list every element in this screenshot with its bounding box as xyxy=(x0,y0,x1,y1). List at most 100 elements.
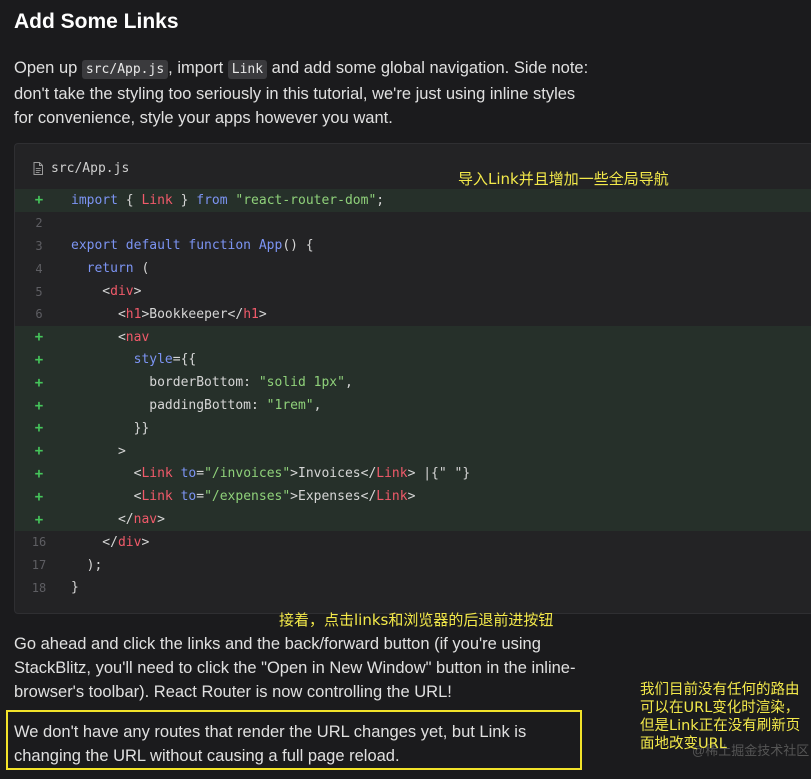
code-token: >Expenses</ xyxy=(290,489,377,505)
code-token: } xyxy=(71,580,79,596)
code-token: > xyxy=(258,306,267,322)
code-token: , xyxy=(344,375,353,391)
code-token: Link xyxy=(141,466,173,482)
code-line: 17 ); xyxy=(15,554,811,577)
intro-paragraph: Open up src/App.js, import Link and add … xyxy=(14,56,589,130)
code-token: "react-router-dom" xyxy=(235,192,377,208)
code-token: >Bookkeeper</ xyxy=(141,306,244,322)
code-line-text: } xyxy=(63,580,79,595)
code-token: App xyxy=(258,238,283,254)
code-token: ={{ xyxy=(172,352,197,368)
code-line-text: <Link to="/invoices">Invoices</Link> |{"… xyxy=(63,466,471,482)
code-token: > xyxy=(157,512,165,528)
file-icon xyxy=(33,161,43,175)
line-number: 18 xyxy=(31,580,47,595)
added-line-marker: + xyxy=(34,374,44,391)
code-line: + <Link to="/invoices">Invoices</Link> |… xyxy=(15,462,811,486)
added-line-marker: + xyxy=(34,351,44,368)
code-token: < xyxy=(71,284,111,300)
code-line: + > xyxy=(15,439,811,463)
code-token: = xyxy=(196,466,205,482)
code-token: import xyxy=(71,192,118,208)
annotation-no-routes: 我们目前没有任何的路由可以在URL变化时渲染，但是Link正在没有刷新页面地改变… xyxy=(640,682,801,752)
code-token: Link xyxy=(376,466,408,482)
code-line-text: </div> xyxy=(63,535,149,550)
code-token: ( xyxy=(133,261,150,277)
code-line-text: ); xyxy=(63,557,103,573)
intro-text-1: Open up xyxy=(14,59,82,77)
code-line-text: paddingBottom: "1rem", xyxy=(63,398,321,413)
added-line-marker: + xyxy=(34,511,44,528)
added-line-marker: + xyxy=(34,465,44,482)
code-token: < xyxy=(71,489,142,505)
line-number: 5 xyxy=(35,284,43,299)
code-line-text: return ( xyxy=(63,261,150,277)
code-filename: src/App.js xyxy=(51,160,130,176)
code-token: Link xyxy=(141,489,173,505)
line-number: 16 xyxy=(31,535,47,550)
line-number: 3 xyxy=(35,238,43,253)
code-block: src/App.js + import { Link } from "react-… xyxy=(14,143,811,614)
code-line-text: <div> xyxy=(63,284,141,299)
code-token: </ xyxy=(71,534,118,550)
code-token: "/invoices" xyxy=(204,466,291,482)
code-token: ; xyxy=(376,192,385,208)
code-line-text: import { Link } from "react-router-dom"; xyxy=(63,193,384,208)
annotation-import-link: 导入Link并且增加一些全局导航 xyxy=(458,170,669,188)
code-token: h1 xyxy=(243,306,259,322)
code-token: > xyxy=(141,534,150,550)
code-token: ); xyxy=(71,557,103,573)
code-token: </ xyxy=(71,512,134,528)
code-token: paddingBottom: xyxy=(71,398,267,414)
code-line: + }} xyxy=(15,416,811,440)
code-token: Link xyxy=(141,192,173,208)
code-token: () { xyxy=(282,238,314,254)
code-token: return xyxy=(86,261,134,277)
annotation-click-links: 接着，点击links和浏览器的后退前进按钮 xyxy=(279,611,554,629)
code-line: + borderBottom: "solid 1px", xyxy=(15,371,811,395)
code-token: from xyxy=(196,192,228,208)
inline-code-filename: src/App.js xyxy=(81,60,169,79)
code-token: }} xyxy=(71,420,150,436)
code-line: 18} xyxy=(15,577,811,600)
added-line-marker: + xyxy=(34,488,44,505)
code-token: h1 xyxy=(125,306,142,322)
code-token: nav xyxy=(133,512,158,528)
code-token: > xyxy=(71,443,126,459)
inline-code-link: Link xyxy=(227,60,268,79)
code-line: + <Link to="/expenses">Expenses</Link> xyxy=(15,485,811,509)
added-line-marker: + xyxy=(34,329,44,346)
code-line: 4 return ( xyxy=(15,257,811,280)
code-token: export default function xyxy=(71,238,252,254)
code-line: + <nav xyxy=(15,325,811,349)
code-line: 3 export default function App() { xyxy=(15,235,811,258)
code-token: > xyxy=(133,284,142,300)
code-line-text: export default function App() { xyxy=(63,238,314,253)
code-token: { xyxy=(117,192,142,208)
section-heading: Add Some Links xyxy=(14,10,179,33)
code-file-header: src/App.js xyxy=(33,159,129,177)
added-line-marker: + xyxy=(34,397,44,414)
code-token: div xyxy=(110,284,134,300)
code-token: < xyxy=(71,306,126,322)
code-token: "/expenses" xyxy=(204,489,291,505)
code-line-text: > xyxy=(63,444,126,459)
code-line: + </nav> xyxy=(15,508,811,531)
code-token: nav xyxy=(125,329,150,345)
code-line: 5 <div> xyxy=(15,280,811,303)
line-number: 6 xyxy=(35,307,43,322)
code-lines: + import { Link } from "react-router-dom"… xyxy=(15,189,811,599)
code-token: > |{" "} xyxy=(407,466,471,482)
code-token: Link xyxy=(376,489,408,505)
code-token: = xyxy=(196,489,205,505)
code-line: + paddingBottom: "1rem", xyxy=(15,394,811,417)
code-token: } xyxy=(172,192,197,208)
line-number: 2 xyxy=(35,216,43,231)
code-token: style xyxy=(133,352,173,368)
intro-text-2: , import xyxy=(168,59,228,77)
code-line: 16 </div> xyxy=(15,531,811,554)
line-number: 17 xyxy=(31,558,47,573)
